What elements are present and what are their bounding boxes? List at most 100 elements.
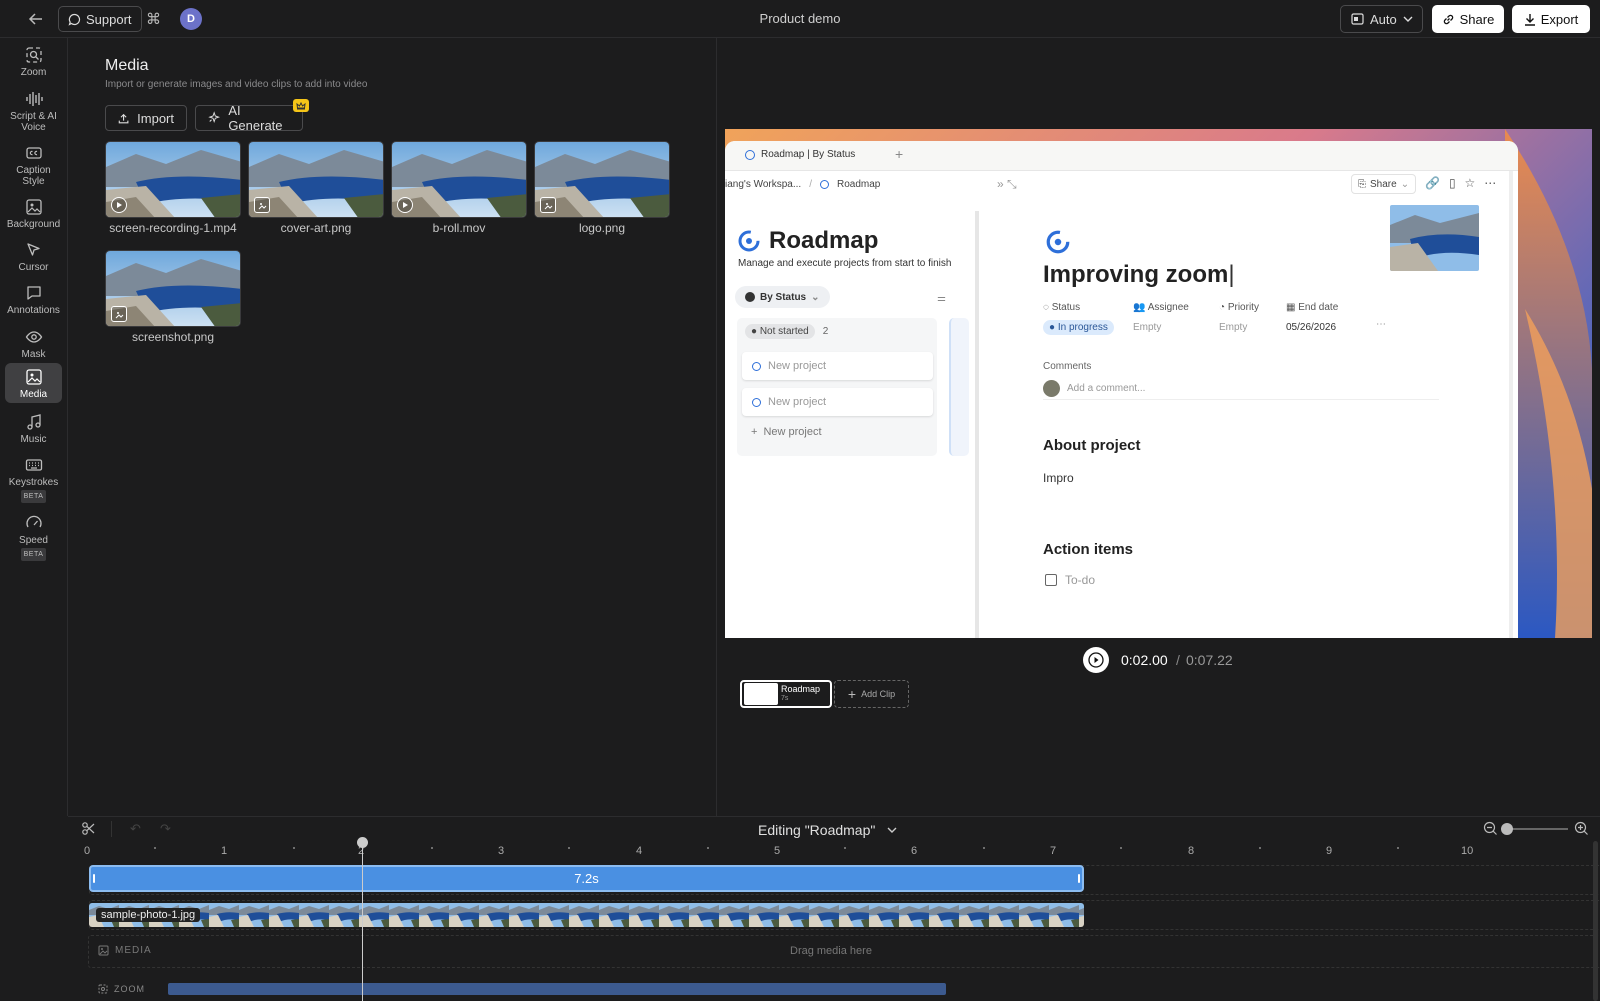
not-started-group: ● Not started 2 — [745, 324, 828, 339]
ruler-tick: 5 — [774, 845, 781, 857]
plus-icon: + — [847, 686, 857, 702]
comment-icon — [26, 286, 41, 300]
aspect-ratio-select[interactable]: Auto — [1340, 5, 1423, 33]
roadmap-logo-icon — [819, 180, 829, 189]
add-clip-button[interactable]: + Add Clip — [834, 680, 909, 708]
project-card: New project — [742, 388, 933, 416]
media-filename: screen-recording-1.mp4 — [109, 221, 237, 235]
ai-generate-label: AI Generate — [228, 103, 283, 133]
todo-item: To-do — [1045, 573, 1095, 587]
image-filmstrip[interactable] — [89, 903, 1084, 927]
media-thumbnail[interactable] — [105, 250, 241, 327]
clip-duration-bar[interactable]: 7.2s — [89, 865, 1084, 892]
breadcrumb-workspace: iang's Workspa... — [725, 179, 802, 190]
sidebar-item-keystrokes[interactable]: Keystrokes BETA — [5, 456, 62, 506]
waveform-icon — [25, 92, 43, 106]
status-dot-icon — [745, 292, 755, 302]
media-thumbnail[interactable] — [391, 141, 527, 218]
filmstrip-filename: sample-photo-1.jpg — [96, 908, 201, 922]
ruler-dot — [844, 847, 846, 849]
browser-tab: Roadmap | By Status — [745, 149, 855, 160]
export-label: Export — [1540, 11, 1579, 27]
clip-roadmap[interactable]: Roadmap 7s — [740, 680, 832, 708]
back-arrow-icon[interactable] — [26, 10, 46, 28]
property-row: ◌ Status ● In progress 👥 Assignee Empty ◔ … — [1043, 302, 1386, 335]
scissors-icon[interactable] — [81, 821, 96, 836]
project-title[interactable]: Product demo — [700, 11, 900, 26]
undo-icon[interactable]: ↶ — [130, 821, 141, 837]
play-icon — [397, 197, 413, 213]
zoom-out-icon[interactable] — [1483, 821, 1498, 836]
sidebar-item-zoom[interactable]: Zoom — [5, 46, 62, 84]
crown-icon — [293, 99, 309, 112]
timeline-scrollbar[interactable] — [1593, 841, 1598, 1001]
avatar[interactable]: D — [180, 8, 202, 30]
zoom-slider-knob[interactable] — [1501, 822, 1513, 835]
media-filename: screenshot.png — [131, 330, 215, 344]
image-icon — [111, 306, 127, 322]
ruler-tick: 8 — [1188, 845, 1195, 857]
zoom-in-icon[interactable] — [1574, 821, 1589, 836]
sidebar-item-media[interactable]: Media — [5, 363, 62, 403]
import-button[interactable]: Import — [105, 105, 187, 131]
roadmap-logo-icon — [752, 361, 761, 371]
roadmap-title: Roadmap — [769, 227, 879, 254]
media-panel: Media Import or generate images and vide… — [68, 38, 717, 816]
zoom-slider[interactable] — [1501, 822, 1568, 835]
play-button[interactable] — [1083, 647, 1109, 673]
tool-sidebar: Zoom Script & AI Voice Caption Style Bac… — [0, 38, 68, 816]
ruler-dot — [154, 847, 156, 849]
sidebar-item-mask[interactable]: Mask — [5, 328, 62, 366]
upload-icon — [118, 113, 129, 123]
ruler-dot — [983, 847, 985, 849]
media-thumbnail[interactable] — [534, 141, 670, 218]
ruler-dot — [293, 847, 295, 849]
zoom-icon — [25, 47, 42, 63]
sidebar-item-caption-style[interactable]: Caption Style — [5, 144, 62, 188]
sidebar-item-label: Keystrokes — [8, 477, 59, 488]
roadmap-logo-icon — [1046, 230, 1070, 254]
clip-name: Roadmap — [781, 684, 821, 694]
redo-icon[interactable]: ↷ — [160, 821, 171, 837]
filmstrip-frames — [89, 903, 1084, 927]
sidebar-item-label: Script & AI Voice — [10, 111, 57, 133]
trim-handle-left[interactable] — [93, 874, 95, 883]
sidebar-item-label: Mask — [21, 349, 46, 360]
music-icon — [26, 414, 41, 430]
media-thumbnail[interactable] — [248, 141, 384, 218]
page-cover-image — [1390, 205, 1479, 271]
sidebar-item-cursor[interactable]: Cursor — [5, 241, 62, 279]
sidebar-item-annotations[interactable]: Annotations — [5, 284, 62, 322]
sidebar-item-label: Background — [6, 219, 61, 230]
support-button[interactable]: Support — [58, 6, 142, 32]
sidebar-item-speed[interactable]: Speed BETA — [5, 514, 62, 564]
clip-thumbnail — [744, 683, 778, 705]
sparkle-icon — [208, 111, 221, 123]
zoom-segment[interactable] — [168, 983, 946, 995]
playhead-line[interactable] — [362, 839, 363, 1001]
by-status-label: By Status — [760, 291, 807, 303]
command-icon[interactable]: ⌘ — [146, 10, 164, 28]
media-filename: logo.png — [578, 221, 626, 235]
ruler-dot — [568, 847, 570, 849]
share-button[interactable]: Share — [1432, 5, 1504, 33]
sidebar-item-music[interactable]: Music — [5, 413, 62, 451]
page-actions-icons: 🔗▯☆⋯ — [1425, 176, 1506, 190]
ruler-dot — [1120, 847, 1122, 849]
ruler-dot — [1397, 847, 1399, 849]
media-thumbnail[interactable] — [105, 141, 241, 218]
chevron-down-icon — [887, 827, 897, 833]
time-separator: / — [1176, 652, 1180, 668]
panel-subtitle: Import or generate images and video clip… — [105, 79, 368, 90]
about-text: Impro — [1043, 471, 1074, 485]
export-button[interactable]: Export — [1512, 5, 1590, 33]
trim-handle-right[interactable] — [1078, 874, 1080, 883]
chevron-down-icon — [1403, 16, 1413, 22]
current-time: 0:02.00 — [1121, 652, 1168, 668]
editing-clip-select[interactable]: Editing "Roadmap" — [758, 822, 897, 838]
ai-generate-button[interactable]: AI Generate — [195, 103, 303, 133]
playhead-handle[interactable] — [357, 837, 368, 848]
sidebar-item-script-ai-voice[interactable]: Script & AI Voice — [5, 90, 62, 138]
sidebar-item-background[interactable]: Background — [5, 198, 62, 236]
video-preview[interactable]: Roadmap | By Status + iang's Workspa... … — [725, 129, 1592, 638]
